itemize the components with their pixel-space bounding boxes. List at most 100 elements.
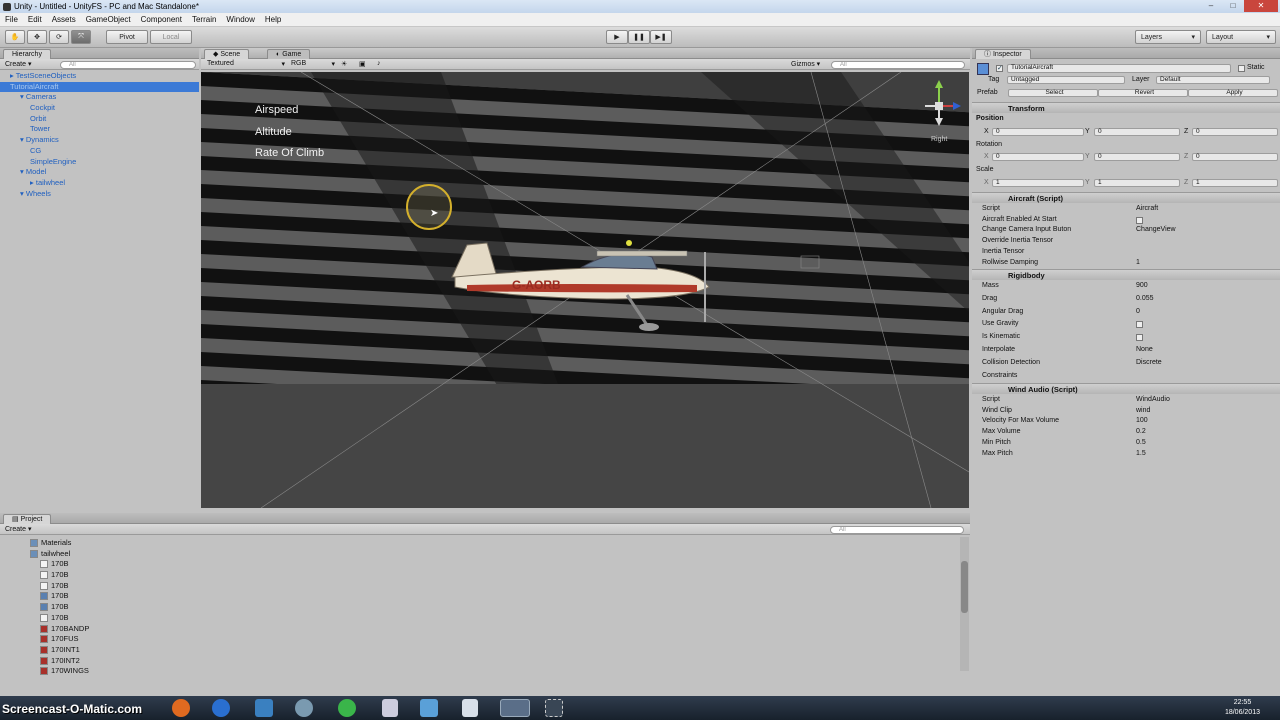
project-item[interactable]: 170FUS (0, 634, 89, 645)
position-z-field[interactable]: 0 (1192, 128, 1278, 136)
tag-dropdown[interactable]: Untagged (1007, 76, 1125, 84)
menu-item-terrain[interactable]: Terrain (187, 15, 221, 24)
menu-item-file[interactable]: File (0, 15, 23, 24)
active-checkbox[interactable]: ✓ (996, 65, 1003, 72)
unity-taskbar-icon[interactable] (500, 699, 530, 717)
media-player-icon[interactable] (212, 699, 230, 717)
scale-x-field[interactable]: 1 (992, 179, 1084, 187)
project-item[interactable]: 170B (0, 570, 89, 581)
tab-hierarchy[interactable]: Hierarchy (3, 49, 51, 59)
hierarchy-item[interactable]: ▾ Model (0, 167, 199, 178)
layout-dropdown[interactable]: Layout ▾ (1206, 30, 1276, 44)
tab-scene[interactable]: ◆ Scene (204, 49, 250, 59)
tab-game[interactable]: ◐ Game (267, 49, 311, 59)
menu-item-help[interactable]: Help (260, 15, 286, 24)
hierarchy-item[interactable]: CG (0, 146, 199, 157)
close-button[interactable]: ✕ (1244, 0, 1278, 12)
step-button[interactable]: ▶❚ (650, 30, 672, 44)
hierarchy-item[interactable]: SimpleEngine (0, 157, 199, 168)
rotation-y-field[interactable]: 0 (1094, 153, 1180, 161)
field-value[interactable]: 0.2 (1136, 427, 1146, 437)
firefox-icon[interactable] (172, 699, 190, 717)
aircraft-model[interactable]: G-AORB (447, 237, 727, 337)
hierarchy-create-button[interactable]: Create ▾ (5, 60, 31, 68)
scrollbar-thumb[interactable] (961, 561, 968, 613)
field-value[interactable]: 900 (1136, 281, 1148, 291)
pivot-toggle[interactable]: Pivot (106, 30, 148, 44)
hierarchy-item[interactable]: TutorialAircraft (0, 81, 199, 93)
scene-search-input[interactable]: All (831, 61, 965, 69)
field-value[interactable]: wind (1136, 406, 1150, 416)
minimize-button[interactable]: – (1200, 0, 1222, 12)
field-value[interactable]: 1.5 (1136, 449, 1146, 459)
field-value[interactable]: None (1136, 345, 1153, 355)
document-icon[interactable] (382, 699, 398, 717)
field-value[interactable]: 0 (1136, 307, 1140, 317)
screencast-icon[interactable] (545, 699, 563, 717)
hierarchy-search-input[interactable]: All (60, 61, 196, 69)
tab-inspector[interactable]: ⓘ Inspector (975, 49, 1031, 59)
play-button[interactable]: ▶ (606, 30, 628, 44)
field-value[interactable]: 0.055 (1136, 294, 1154, 304)
project-item[interactable]: Materials (0, 538, 89, 549)
field-value[interactable]: Discrete (1136, 358, 1162, 368)
tab-project[interactable]: ▤ Project (3, 514, 52, 524)
menu-item-component[interactable]: Component (136, 15, 187, 24)
field-value[interactable]: 0.5 (1136, 438, 1146, 448)
project-create-button[interactable]: Create ▾ (5, 525, 31, 533)
project-item[interactable]: 170WINGS (0, 666, 89, 677)
menu-item-edit[interactable]: Edit (23, 15, 47, 24)
wind-audio-header[interactable]: Wind Audio (Script) (972, 383, 1280, 394)
field-value[interactable]: ChangeView (1136, 225, 1176, 235)
gizmos-dropdown[interactable]: Gizmos ▾ (791, 60, 820, 68)
project-item[interactable]: 170INT2 (0, 656, 89, 667)
rotation-x-field[interactable]: 0 (992, 153, 1084, 161)
menu-item-gameobject[interactable]: GameObject (81, 15, 136, 24)
lighting-toggle-icon[interactable]: ☀ (341, 60, 347, 68)
hierarchy-item[interactable]: Cockpit (0, 103, 199, 114)
hierarchy-item[interactable]: ▾ Wheels (0, 189, 199, 200)
project-item[interactable]: 170BANDP (0, 624, 89, 635)
hierarchy-item[interactable]: ▸ tailwheel (0, 178, 199, 189)
field-checkbox[interactable] (1136, 321, 1143, 329)
position-y-field[interactable]: 0 (1094, 128, 1180, 136)
project-search-input[interactable]: All (830, 526, 964, 534)
hand-tool-button[interactable]: ✋ (5, 30, 25, 44)
project-item[interactable]: 170B (0, 613, 89, 624)
field-value[interactable]: Aircraft (1136, 204, 1158, 214)
prefab-apply-button[interactable]: Apply (1188, 89, 1278, 97)
hierarchy-item[interactable]: ▸ TestSceneObjects (0, 71, 199, 82)
project-item[interactable]: 170B (0, 591, 89, 602)
hierarchy-item[interactable]: Tower (0, 124, 199, 135)
hierarchy-item[interactable]: Orbit (0, 114, 199, 125)
orientation-gizmo[interactable] (917, 78, 967, 144)
audio-toggle-icon[interactable]: ♪ (377, 60, 381, 67)
hierarchy-item[interactable]: ▾ Dynamics (0, 135, 199, 146)
app-icon[interactable] (255, 699, 273, 717)
scale-y-field[interactable]: 1 (1094, 179, 1180, 187)
project-scrollbar[interactable] (960, 537, 969, 671)
transform-header[interactable]: Transform (972, 102, 1280, 113)
field-checkbox[interactable] (1136, 216, 1143, 224)
project-item[interactable]: 170INT1 (0, 645, 89, 656)
prefab-revert-button[interactable]: Revert (1098, 89, 1188, 97)
local-toggle[interactable]: Local (150, 30, 192, 44)
image-toggle-icon[interactable]: ▣ (359, 60, 366, 68)
object-name-field[interactable]: TutorialAircraft (1007, 64, 1231, 73)
maximize-button[interactable]: □ (1222, 0, 1244, 12)
project-item[interactable]: 170B (0, 581, 89, 592)
spotify-icon[interactable] (338, 699, 356, 717)
project-item[interactable]: 170B (0, 602, 89, 613)
menu-item-window[interactable]: Window (221, 15, 259, 24)
layer-dropdown[interactable]: Default (1156, 76, 1270, 84)
pause-button[interactable]: ❚❚ (628, 30, 650, 44)
render-mode-dropdown[interactable]: Textured ▾ (207, 60, 285, 68)
field-value[interactable]: 1 (1136, 258, 1140, 268)
notepad-icon[interactable] (462, 699, 478, 717)
rotate-tool-button[interactable]: ⟳ (49, 30, 69, 44)
field-value[interactable]: WindAudio (1136, 395, 1170, 405)
color-mode-dropdown[interactable]: RGB ▾ (291, 60, 335, 68)
layers-dropdown[interactable]: Layers ▾ (1135, 30, 1201, 44)
app-icon[interactable] (295, 699, 313, 717)
move-tool-button[interactable]: ✥ (27, 30, 47, 44)
